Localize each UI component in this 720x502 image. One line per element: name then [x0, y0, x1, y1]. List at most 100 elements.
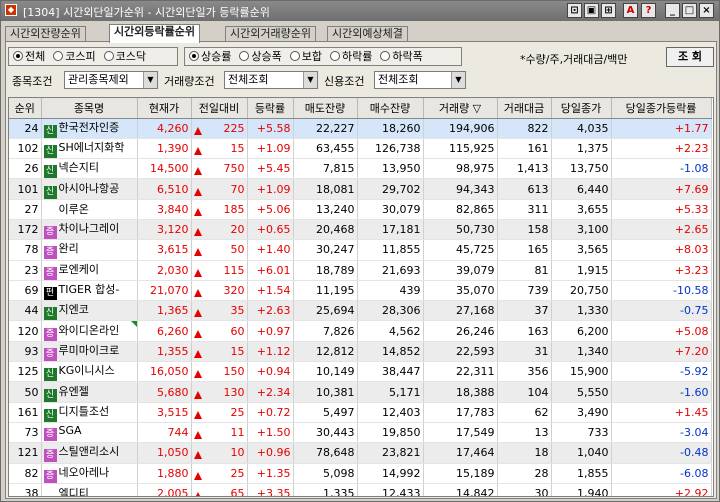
cell-name[interactable]: 엘디티 — [41, 483, 138, 496]
item-condition-select[interactable]: 관리종목제외 ▼ — [64, 71, 158, 89]
radio-market-kospi[interactable]: 코스피 — [53, 48, 96, 65]
cell-name[interactable]: 증 스틸앤리소시 — [41, 442, 138, 464]
save-icon[interactable]: ▣ — [584, 3, 599, 18]
cell-bid: 38,447 — [357, 361, 424, 383]
radio-market-kosdaq[interactable]: 코스닥 — [103, 48, 146, 65]
maximize-icon[interactable]: □ — [682, 3, 697, 18]
radio-rise-amount[interactable]: 상승폭 — [239, 48, 282, 65]
table-row[interactable]: 93 증 루미마이크로 1,355 15 +1.12 12,812 14,852 22,593 3… — [9, 341, 712, 363]
table-row[interactable]: 23 증 로엔케이 2,030 115 +6.01 18,789 21,693 39,079 81… — [9, 260, 712, 281]
stock-name: 완리 — [58, 242, 79, 256]
credit-condition-select[interactable]: 전체조회 ▼ — [374, 71, 466, 89]
stock-name: KG이니시스 — [58, 364, 115, 378]
ranking-grid[interactable]: 순위 종목명 현재가 전일대비 등락률 매도잔량 매수잔량 거래량 ▽ 거래대금… — [8, 97, 714, 497]
table-row[interactable]: 73 증 SGA 744 11 +1.50 30,443 19,850 17,549 13 733-… — [9, 422, 712, 444]
window-title: [1304] 시간외단일가순위 - 시간외단일가 등락률순위 — [23, 6, 270, 19]
help-icon[interactable]: ? — [641, 3, 656, 18]
close-icon[interactable]: × — [699, 3, 714, 18]
table-row[interactable]: 38 엘디티 2,005 65 +3.35 1,335 12,433 14,842 30 1,94… — [9, 483, 712, 496]
col-rate[interactable]: 등락률 — [247, 98, 294, 119]
cell-change: 70 — [191, 178, 248, 200]
table-row[interactable]: 102 신 SH에너지화학 1,390 15 +1.09 63,455 126,738 115,… — [9, 138, 712, 160]
table-row[interactable]: 125 신 KG이니시스 16,050 150 +0.94 10,149 38,447 22,3… — [9, 361, 712, 383]
table-row[interactable]: 24 신 한국전자인증 4,260 225 +5.58 22,227 18,260 194,90… — [9, 118, 712, 139]
cell-name[interactable]: 증 루미마이크로 — [41, 341, 138, 363]
cell-volume: 14,842 — [423, 483, 498, 496]
table-row[interactable]: 82 증 네오아레나 1,880 25 +1.35 5,098 14,992 15,189 28 1… — [9, 463, 712, 484]
minimize-icon[interactable]: _ — [665, 3, 680, 18]
cell-amount: 356 — [497, 361, 552, 383]
radio-market-all[interactable]: 전체 — [13, 48, 45, 65]
chevron-down-icon: ▼ — [451, 72, 465, 88]
cell-name[interactable]: 신 디지틀조선 — [41, 402, 138, 423]
radio-fall-amount[interactable]: 하락폭 — [380, 48, 423, 65]
stock-name: 네오아레나 — [58, 465, 110, 479]
col-amount[interactable]: 거래대금 — [497, 98, 552, 119]
cell-name[interactable]: 증 SGA — [41, 422, 138, 444]
cell-name[interactable]: 이루온 — [41, 199, 138, 220]
volume-condition-select[interactable]: 전체조회 ▼ — [224, 71, 318, 89]
radio-rise-rate[interactable]: 상승률 — [189, 48, 231, 65]
pin-icon[interactable]: ⊞ — [601, 3, 616, 18]
table-row[interactable]: 78 증 완리 3,615 50 +1.40 30,247 11,855 45,725 165 3,… — [9, 239, 712, 261]
cell-name[interactable]: 증 차이나그레이 — [41, 219, 138, 241]
cell-name[interactable]: 펀 TIGER 합성- — [41, 280, 138, 302]
table-row[interactable]: 120 증 와이디온라인 6,260 60 +0.97 7,826 4,562 26,246 16… — [9, 320, 712, 342]
tab-after-hours-expected[interactable]: 시간외예상체결 — [327, 26, 408, 42]
col-volume[interactable]: 거래량 ▽ — [423, 98, 498, 119]
radio-fall-rate[interactable]: 하락률 — [330, 48, 372, 65]
query-button[interactable]: 조 회 — [666, 47, 714, 67]
cell-name[interactable]: 신 KG이니시스 — [41, 361, 138, 383]
cell-name[interactable]: 증 완리 — [41, 239, 138, 261]
cell-price: 3,840 — [137, 199, 192, 220]
cell-name[interactable]: 신 지엔코 — [41, 300, 138, 322]
cell-rate: +0.96 — [247, 442, 294, 464]
cell-name[interactable]: 신 아시아나항공 — [41, 178, 138, 200]
table-row[interactable]: 69 펀 TIGER 합성- 21,070 320 +1.54 11,195 439 35,07… — [9, 280, 712, 302]
link-icon[interactable]: ⊡ — [567, 3, 582, 18]
col-close[interactable]: 당일종가 — [551, 98, 612, 119]
tab-after-hours-change-rate[interactable]: 시간외등락률순위 — [109, 24, 200, 43]
cell-name[interactable]: 증 네오아레나 — [41, 463, 138, 484]
cell-name[interactable]: 신 SH에너지화학 — [41, 138, 138, 160]
radio-empty-icon — [53, 51, 64, 61]
cell-bid: 17,181 — [357, 219, 424, 241]
font-size-icon[interactable]: A — [623, 3, 638, 18]
col-ask[interactable]: 매도잔량 — [293, 98, 358, 119]
table-row[interactable]: 101 신 아시아나항공 6,510 70 +1.09 18,081 29,702 94,343… — [9, 178, 712, 200]
stock-badge: 신 — [43, 185, 57, 199]
app-icon: ◆ — [5, 4, 17, 16]
cell-name[interactable]: 신 넥슨지티 — [41, 158, 138, 180]
col-close-rate[interactable]: 당일종가등락률 — [611, 98, 712, 119]
col-bid[interactable]: 매수잔량 — [357, 98, 424, 119]
cell-ask: 10,149 — [293, 361, 358, 383]
table-row[interactable]: 26 신 넥슨지티 14,500 750 +5.45 7,815 13,950 98,975 1,… — [9, 158, 712, 180]
cell-change: 65 — [191, 483, 248, 496]
cell-price: 3,615 — [137, 239, 192, 261]
stock-name: 아시아나항공 — [58, 181, 120, 195]
table-row[interactable]: 121 증 스틸앤리소시 1,050 10 +0.96 78,648 23,821 17,464… — [9, 442, 712, 464]
col-change[interactable]: 전일대비 — [191, 98, 248, 119]
cell-close: 3,565 — [551, 239, 612, 261]
col-rank[interactable]: 순위 — [9, 98, 42, 119]
tab-after-hours-volume[interactable]: 시간외거래량순위 — [225, 26, 316, 42]
cell-volume: 35,070 — [423, 280, 498, 302]
cell-rate: +1.54 — [247, 280, 294, 302]
table-row[interactable]: 27 이루온 3,840 185 +5.06 13,240 30,079 82,865 311 3… — [9, 199, 712, 220]
cell-change: 11 — [191, 422, 248, 444]
cell-name[interactable]: 증 와이디온라인 — [41, 320, 138, 342]
table-row[interactable]: 172 증 차이나그레이 3,120 20 +0.65 20,468 17,181 50,730… — [9, 219, 712, 241]
table-row[interactable]: 50 신 유엔젤 5,680 130 +2.34 10,381 5,171 18,388 104 5… — [9, 381, 712, 403]
radio-flat[interactable]: 보합 — [289, 48, 322, 65]
table-row[interactable]: 44 신 지엔코 1,365 35 +2.63 25,694 28,306 27,168 37 1,… — [9, 300, 712, 322]
cell-name[interactable]: 신 한국전자인증 — [41, 118, 138, 139]
tab-after-hours-balance[interactable]: 시간외잔량순위 — [5, 26, 86, 42]
cell-name[interactable]: 신 유엔젤 — [41, 381, 138, 403]
cell-close: 1,940 — [551, 483, 612, 496]
cell-change: 15 — [191, 138, 248, 160]
cell-name[interactable]: 증 로엔케이 — [41, 260, 138, 281]
col-price[interactable]: 현재가 — [137, 98, 192, 119]
col-name[interactable]: 종목명 — [41, 98, 138, 119]
table-row[interactable]: 161 신 디지틀조선 3,515 25 +0.72 5,497 12,403 17,783 62… — [9, 402, 712, 423]
cell-volume: 22,593 — [423, 341, 498, 363]
